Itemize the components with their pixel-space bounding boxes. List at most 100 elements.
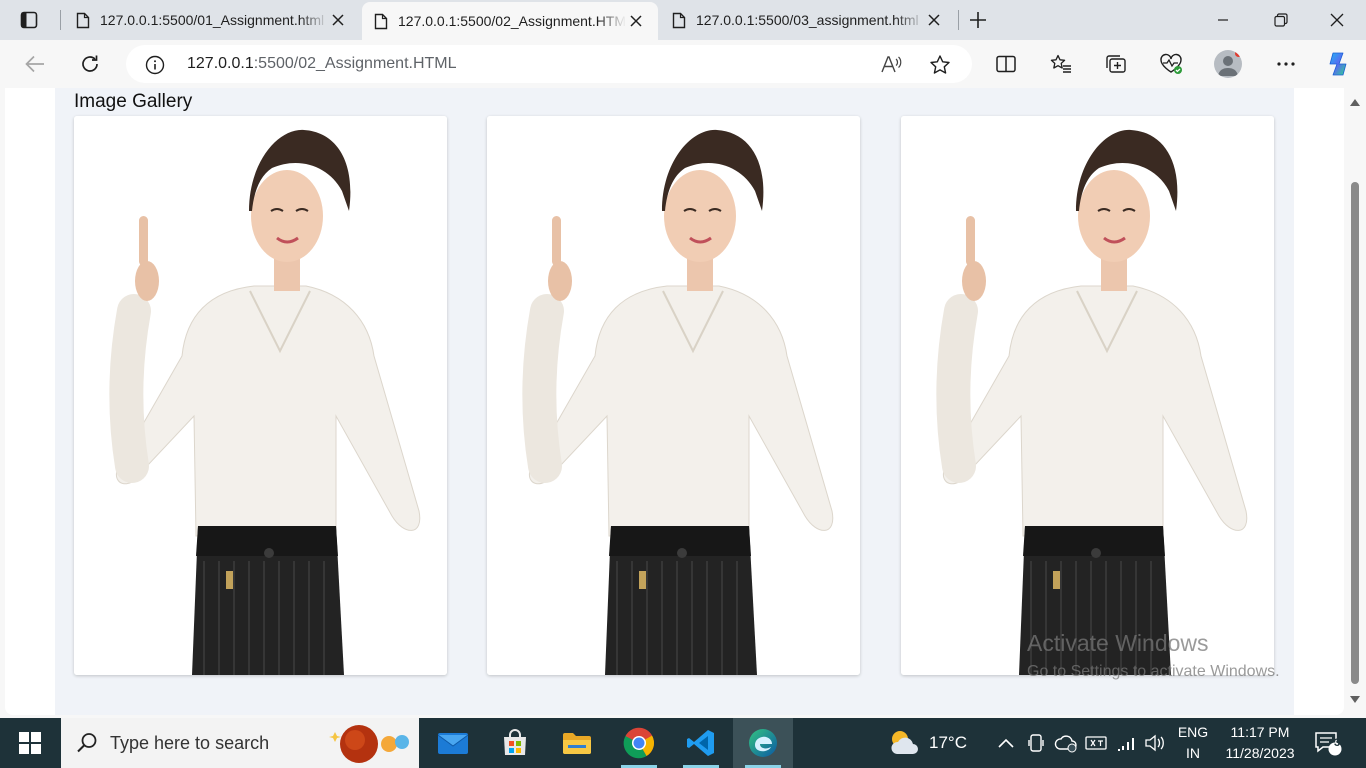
tab-02-assignment[interactable]: 127.0.0.1:5500/02_Assignment.HTML	[362, 2, 658, 40]
input-language-indicator[interactable]: ENG IN	[1172, 718, 1214, 768]
clock-date: 11/28/2023	[1225, 745, 1295, 761]
read-aloud-icon[interactable]	[878, 51, 906, 79]
close-icon	[1330, 13, 1344, 27]
folder-icon	[563, 733, 591, 754]
gallery-image	[487, 116, 860, 675]
copilot-button[interactable]	[1321, 48, 1355, 80]
address-bar[interactable]: 127.0.0.1:5500/02_Assignment.HTML	[126, 45, 972, 83]
chrome-button[interactable]	[609, 718, 669, 768]
tab-close-icon[interactable]	[626, 11, 646, 31]
windows-logo-icon	[19, 732, 41, 754]
favorites-icon	[1050, 54, 1071, 73]
search-icon	[77, 733, 97, 753]
collections-icon	[1106, 55, 1126, 73]
volume-icon[interactable]	[1142, 718, 1168, 768]
browser-toolbar: 127.0.0.1:5500/02_Assignment.HTML	[0, 40, 1366, 88]
browser-viewport: Image Gallery Activate Windows Go to Set…	[0, 88, 1366, 718]
restore-icon	[1274, 13, 1288, 27]
gallery-image	[74, 116, 447, 675]
new-tab-button[interactable]	[962, 6, 994, 34]
clock-time: 11:17 PM	[1230, 724, 1290, 740]
add-favorite-icon[interactable]	[926, 51, 954, 79]
minimize-button[interactable]	[1194, 0, 1252, 40]
gallery-image-card[interactable]	[901, 116, 1274, 675]
plus-icon	[970, 12, 986, 28]
store-icon	[504, 729, 526, 755]
split-screen-button[interactable]	[989, 48, 1023, 80]
edge-icon	[749, 729, 777, 757]
language-code: ENG	[1177, 724, 1209, 740]
weather-icon[interactable]	[884, 718, 924, 768]
tab-actions-icon	[20, 11, 38, 29]
url-host: 127.0.0.1	[187, 55, 254, 72]
tab-close-icon[interactable]	[924, 10, 944, 30]
gallery-image-card[interactable]	[487, 116, 860, 675]
browser-essentials-button[interactable]	[1154, 48, 1188, 80]
url-path: :5500/02_Assignment.HTML	[253, 55, 457, 72]
search-placeholder: Type here to search	[110, 733, 270, 753]
tab-03-assignment[interactable]: 127.0.0.1:5500/03_assignment.html	[660, 0, 956, 40]
wifi-icon[interactable]	[1114, 718, 1140, 768]
gallery-image-card[interactable]	[74, 116, 447, 675]
taskbar: Type here to search 17°C ENG IN 11:17 PM…	[0, 718, 1366, 768]
tab-separator	[60, 10, 61, 30]
site-info-icon[interactable]	[144, 54, 166, 76]
tab-close-icon[interactable]	[328, 10, 348, 30]
taskbar-search-box[interactable]: Type here to search	[61, 718, 419, 768]
search-highlight-illustration-icon	[329, 725, 409, 763]
split-screen-icon	[996, 55, 1016, 73]
refresh-button[interactable]	[73, 48, 107, 80]
page-icon	[76, 12, 90, 28]
ime-keyboard-icon[interactable]	[1083, 718, 1109, 768]
vscode-icon	[687, 730, 714, 756]
chrome-icon	[623, 727, 655, 759]
more-options-button[interactable]	[1269, 48, 1303, 80]
weather-temperature[interactable]: 17°C	[924, 718, 972, 768]
profile-avatar[interactable]	[1214, 50, 1242, 78]
page-container: Image Gallery	[55, 88, 1294, 715]
tab-01-assignment[interactable]: 127.0.0.1:5500/01_Assignment.html	[64, 0, 360, 40]
gallery-image	[901, 116, 1274, 675]
restore-button[interactable]	[1252, 0, 1310, 40]
tab-actions-button[interactable]	[12, 8, 46, 32]
tab-separator	[958, 10, 959, 30]
favorites-button[interactable]	[1044, 48, 1078, 80]
edge-button[interactable]	[733, 718, 793, 768]
page-icon	[374, 13, 388, 29]
microsoft-store-button[interactable]	[485, 718, 545, 768]
back-arrow-icon	[25, 55, 44, 73]
scroll-down-icon[interactable]	[1348, 693, 1362, 707]
show-hidden-icons-chevron-icon[interactable]	[993, 718, 1019, 768]
tab-title: 127.0.0.1:5500/03_assignment.html	[696, 12, 919, 28]
onedrive-cloud-icon[interactable]	[1052, 718, 1080, 768]
web-page: Image Gallery	[5, 88, 1344, 715]
notification-dot	[1235, 50, 1242, 57]
vertical-scrollbar[interactable]	[1344, 88, 1366, 715]
tab-title: 127.0.0.1:5500/02_Assignment.HTML	[398, 13, 626, 29]
url-text[interactable]: 127.0.0.1:5500/02_Assignment.HTML	[187, 55, 457, 73]
scrollbar-thumb[interactable]	[1351, 182, 1359, 684]
page-icon	[672, 12, 686, 28]
copilot-icon	[1329, 52, 1347, 76]
scroll-up-icon[interactable]	[1348, 95, 1362, 109]
notification-count: 3	[1333, 737, 1341, 749]
start-button[interactable]	[0, 718, 60, 768]
close-window-button[interactable]	[1308, 0, 1366, 40]
refresh-icon	[82, 55, 98, 72]
mail-icon	[437, 733, 469, 754]
ellipsis-icon	[1277, 62, 1295, 66]
region-code: IN	[1186, 745, 1200, 761]
collections-button[interactable]	[1099, 48, 1133, 80]
gallery-heading: Image Gallery	[74, 91, 193, 112]
minimize-icon	[1218, 19, 1228, 21]
vscode-button[interactable]	[671, 718, 731, 768]
system-clock[interactable]: 11:17 PM 11/28/2023	[1218, 718, 1302, 768]
device-icon[interactable]	[1024, 718, 1048, 768]
heart-pulse-icon	[1160, 53, 1182, 74]
notification-center-button[interactable]: 3	[1306, 718, 1350, 768]
mail-app-button[interactable]	[423, 718, 483, 768]
back-button[interactable]	[18, 48, 52, 80]
tab-strip: 127.0.0.1:5500/01_Assignment.html 127.0.…	[0, 0, 1366, 40]
tab-title: 127.0.0.1:5500/01_Assignment.html	[100, 12, 325, 28]
file-explorer-button[interactable]	[547, 718, 607, 768]
